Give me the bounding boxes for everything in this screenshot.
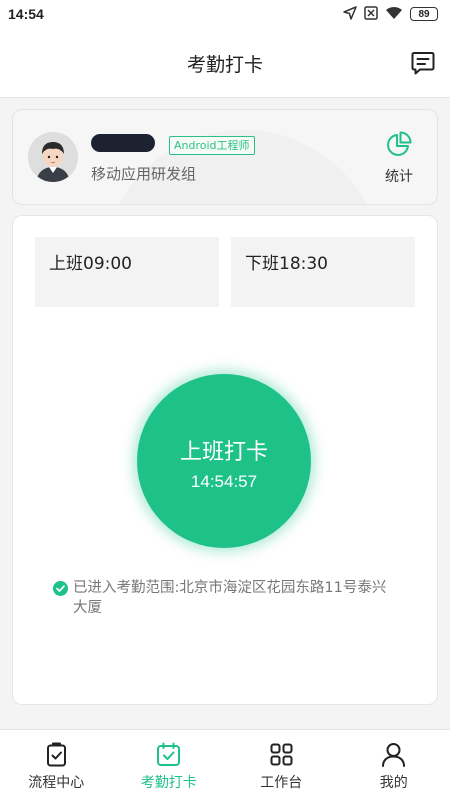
grid-icon <box>225 741 338 768</box>
location-status: 已进入考勤范围:北京市海淀区花园东路11号泰兴大厦 <box>53 578 393 618</box>
role-badge: Android工程师 <box>169 136 255 155</box>
tab-label: 工作台 <box>260 775 303 791</box>
user-name-redacted <box>91 134 155 152</box>
profile-card: Android工程师 移动应用研发组 统计 <box>12 109 438 205</box>
location-text: 已进入考勤范围:北京市海淀区花园东路11号泰兴大厦 <box>73 580 387 616</box>
stats-label: 统计 <box>385 169 413 185</box>
punch-time: 14:54:57 <box>190 472 258 491</box>
user-department: 移动应用研发组 <box>91 165 197 183</box>
user-icon <box>338 741 450 768</box>
tab-workbench[interactable]: 工作台 <box>225 730 338 800</box>
no-sim-icon <box>364 5 378 24</box>
tab-label: 我的 <box>379 775 408 791</box>
location-arrow-icon <box>343 5 357 24</box>
shift-on-box: 上班09:00 <box>35 237 219 307</box>
clipboard-check-icon <box>0 741 113 768</box>
attendance-card: 上班09:00 下班18:30 上班打卡 14:54:57 已进入考勤范围:北京… <box>12 215 438 705</box>
title-bar: 考勤打卡 <box>0 28 450 98</box>
shift-off-box: 下班18:30 <box>231 237 415 307</box>
status-bar: 14:54 89 <box>0 0 450 28</box>
calendar-check-icon <box>113 741 226 768</box>
tab-attendance[interactable]: 考勤打卡 <box>113 730 226 800</box>
avatar <box>28 132 78 182</box>
punch-label: 上班打卡 <box>179 440 268 465</box>
punch-in-button[interactable]: 上班打卡 14:54:57 <box>137 374 311 548</box>
check-circle-icon <box>53 581 68 596</box>
pie-chart-icon <box>385 131 413 162</box>
status-time: 14:54 <box>8 6 44 22</box>
message-list-icon[interactable] <box>410 50 436 76</box>
status-icons: 89 <box>343 5 438 24</box>
tab-workflow-center[interactable]: 流程中心 <box>0 730 113 800</box>
shift-on-label: 上班09:00 <box>49 254 132 274</box>
tab-label: 流程中心 <box>28 775 85 791</box>
bottom-tab-bar: 流程中心 考勤打卡 工作台 我的 <box>0 729 450 800</box>
battery-indicator: 89 <box>410 7 438 21</box>
shift-off-label: 下班18:30 <box>245 254 328 274</box>
stats-button[interactable]: 统计 <box>379 130 419 186</box>
page-title: 考勤打卡 <box>186 54 263 76</box>
tab-mine[interactable]: 我的 <box>338 730 450 800</box>
wifi-icon <box>385 5 403 24</box>
tab-label: 考勤打卡 <box>140 775 197 791</box>
